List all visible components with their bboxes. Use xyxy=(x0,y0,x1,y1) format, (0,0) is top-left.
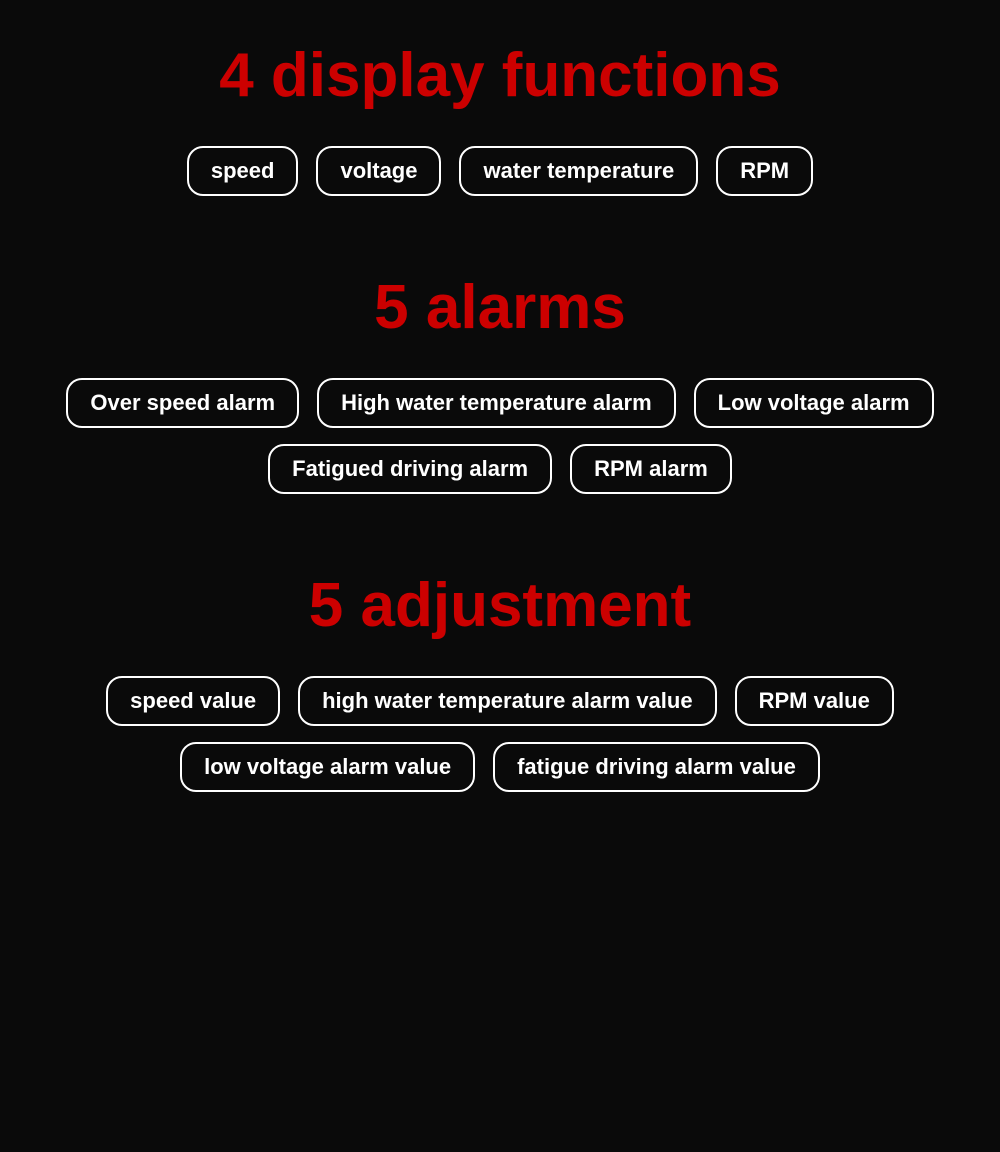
badge-item: speed value xyxy=(106,676,280,726)
section-display-functions: 4 display functions speed voltage water te… xyxy=(20,40,980,212)
badge-item: high water temperature alarm value xyxy=(298,676,716,726)
badge-item: voltage xyxy=(316,146,441,196)
badge-item: fatigue driving alarm value xyxy=(493,742,820,792)
badge-item: RPM value xyxy=(735,676,894,726)
alarms-badges-row1: Over speed alarm High water temperature a… xyxy=(66,378,933,428)
badge-item: RPM xyxy=(716,146,813,196)
section-adjustment: 5 adjustment speed value high water tempe… xyxy=(20,570,980,808)
display-functions-badges: speed voltage water temperature RPM xyxy=(187,146,813,196)
badge-item: Fatigued driving alarm xyxy=(268,444,552,494)
adjustment-badges-row2: low voltage alarm value fatigue driving a… xyxy=(180,742,820,792)
badge-item: water temperature xyxy=(459,146,698,196)
badge-item: speed xyxy=(187,146,299,196)
badge-item: Over speed alarm xyxy=(66,378,299,428)
badge-item: High water temperature alarm xyxy=(317,378,676,428)
badge-item: Low voltage alarm xyxy=(694,378,934,428)
badge-item: RPM alarm xyxy=(570,444,732,494)
section-title-alarms: 5 alarms xyxy=(374,272,626,343)
alarms-badges-row2: Fatigued driving alarm RPM alarm xyxy=(268,444,732,494)
section-title-adjustment: 5 adjustment xyxy=(309,570,691,641)
badge-item: low voltage alarm value xyxy=(180,742,475,792)
section-alarms: 5 alarms Over speed alarm High water temp… xyxy=(20,272,980,510)
section-title-display: 4 display functions xyxy=(219,40,781,111)
adjustment-badges-row1: speed value high water temperature alarm … xyxy=(106,676,894,726)
